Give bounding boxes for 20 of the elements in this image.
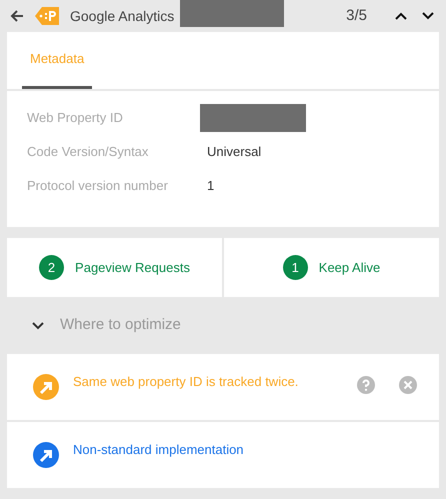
count-tile[interactable]: 1 Keep Alive <box>224 238 439 297</box>
page-counter: 3/5 <box>346 6 367 26</box>
next-icon[interactable] <box>422 12 434 20</box>
tag-icon <box>35 7 59 25</box>
issue-text[interactable]: Non-standard implementation <box>73 440 244 460</box>
count-tile[interactable]: 2 Pageview Requests <box>7 238 222 297</box>
field-value: 1 <box>207 177 214 196</box>
count-label: Keep Alive <box>318 258 380 277</box>
count-badge: 1 <box>282 255 308 280</box>
count-label: Pageview Requests <box>75 258 190 277</box>
field-value: Universal <box>207 143 262 162</box>
back-icon[interactable] <box>10 9 24 23</box>
field-label: Code Version/Syntax <box>27 143 150 162</box>
field-label: Protocol version number <box>27 177 169 196</box>
chevron-icon[interactable] <box>32 322 44 330</box>
count-badge: 2 <box>39 255 64 280</box>
previous-icon[interactable] <box>395 12 407 20</box>
page-title: Google Analytics <box>70 6 174 26</box>
field-label: Web Property ID <box>27 109 124 128</box>
section-title: Where to optimize <box>60 315 181 336</box>
